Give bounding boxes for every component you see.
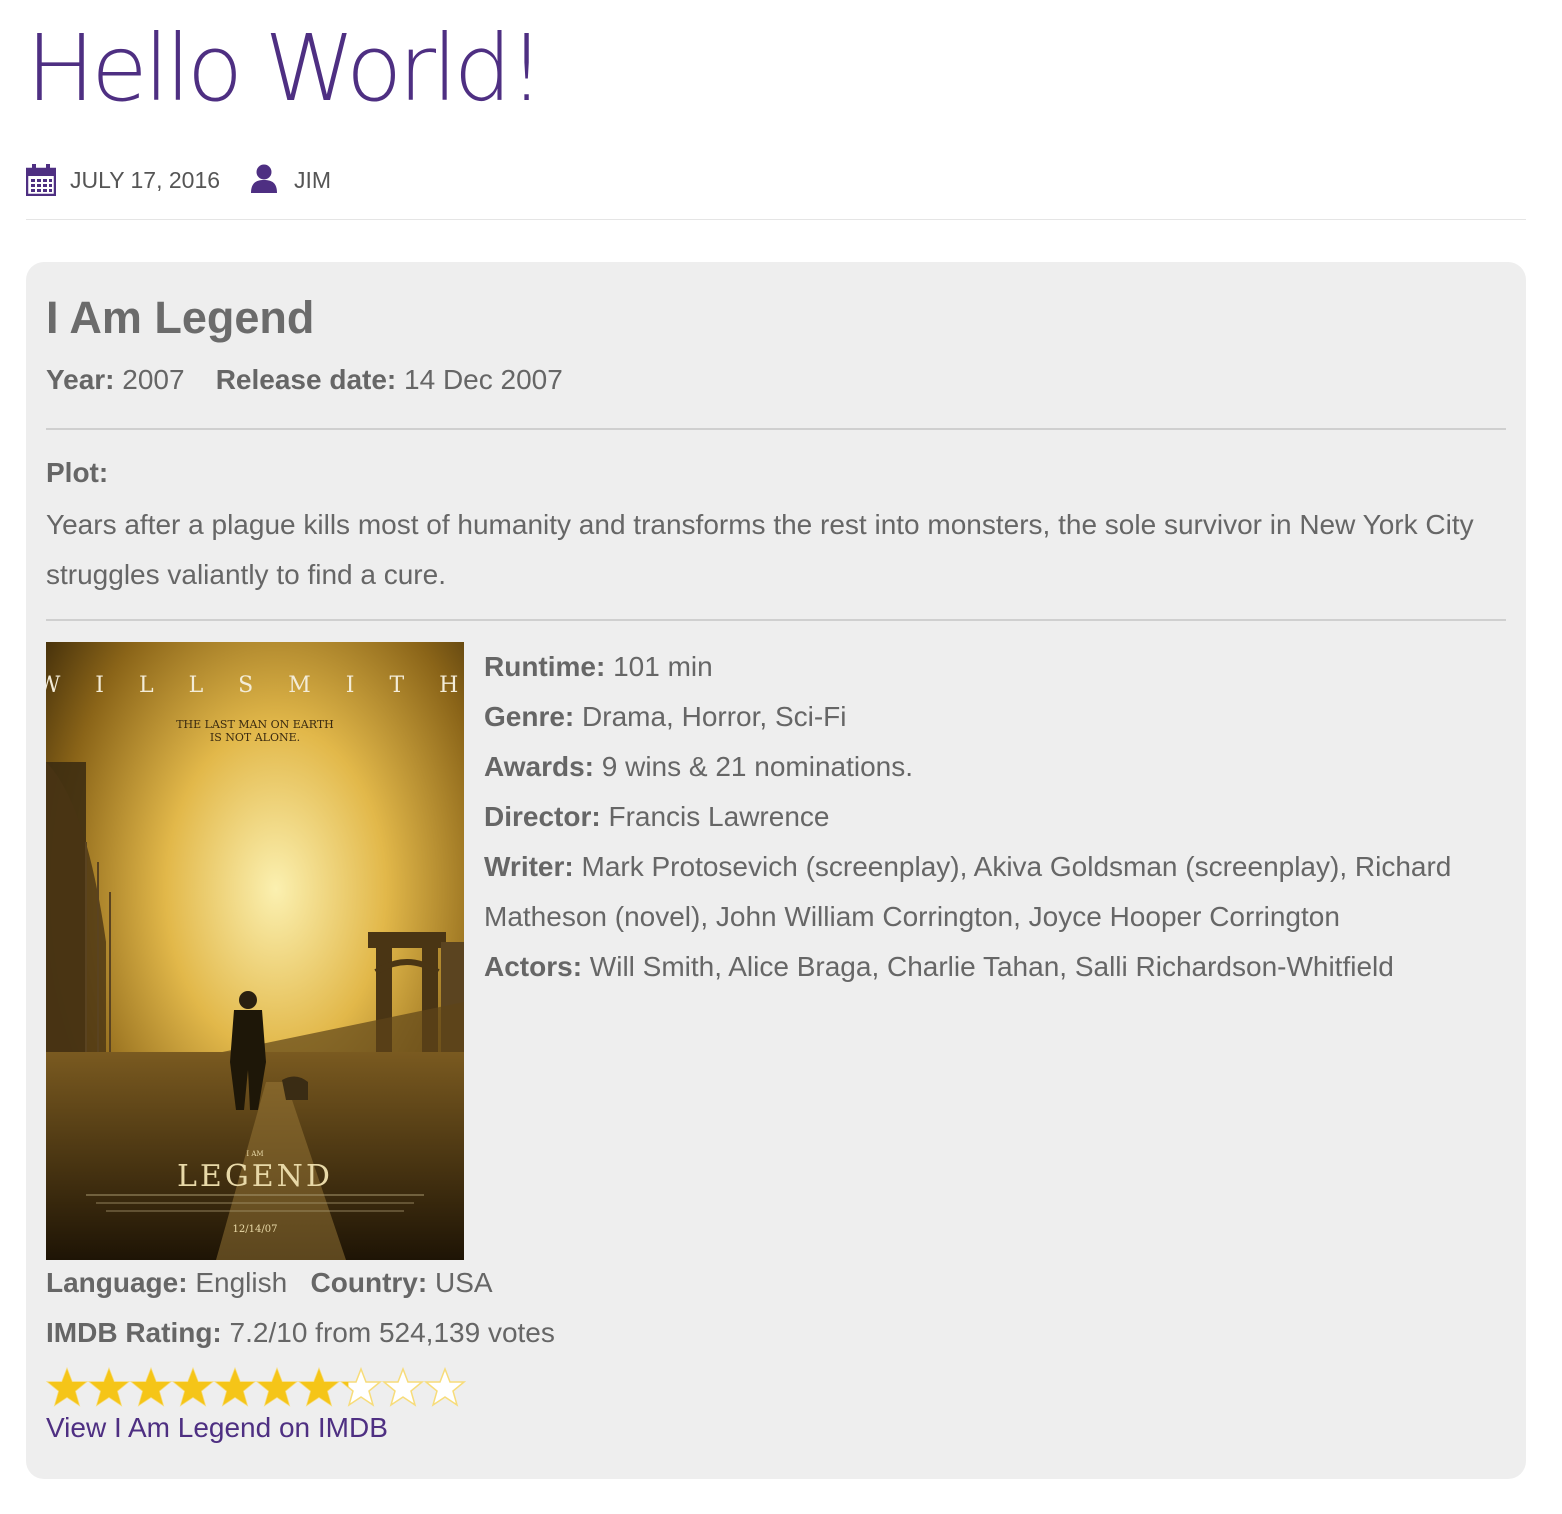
poster-small-title: I AM — [246, 1150, 263, 1158]
director-row: Director: Francis Lawrence — [484, 792, 1494, 842]
runtime-label: Runtime: — [484, 651, 606, 682]
star-icon — [214, 1367, 256, 1407]
actors-label: Actors: — [484, 951, 583, 982]
director-value: Francis Lawrence — [608, 801, 830, 832]
calendar-icon — [26, 164, 56, 196]
rating-row: IMDB Rating: 7.2/10 from 524,139 votes — [46, 1317, 555, 1349]
star-icon — [340, 1367, 382, 1407]
post-date: JULY 17, 2016 — [26, 164, 220, 196]
star-icon — [256, 1367, 298, 1407]
genre-label: Genre: — [484, 701, 575, 732]
poster-date: 12/14/07 — [233, 1224, 278, 1235]
release-label: Release date: — [215, 364, 397, 395]
movie-card: I Am Legend Year: 2007 Release date: 14 … — [26, 262, 1526, 1479]
divider — [46, 619, 1506, 621]
awards-value: 9 wins & 21 nominations. — [601, 751, 914, 782]
language-value: English — [195, 1267, 288, 1298]
poster-tagline-2: IS NOT ALONE. — [210, 731, 300, 744]
poster-actor-text: W I L L S M I T H — [46, 673, 464, 698]
plot-text: Years after a plague kills most of human… — [46, 509, 1474, 590]
star-icon — [424, 1367, 466, 1407]
rating-stars — [46, 1367, 466, 1407]
runtime-value: 101 min — [613, 651, 713, 682]
writer-value: Mark Protosevich (screenplay), Akiva Gol… — [484, 851, 1452, 932]
country-value: USA — [434, 1267, 493, 1298]
genre-row: Genre: Drama, Horror, Sci-Fi — [484, 692, 1494, 742]
star-icon — [172, 1367, 214, 1407]
star-icon — [46, 1367, 88, 1407]
writer-row: Writer: Mark Protosevich (screenplay), A… — [484, 842, 1494, 942]
year-label: Year: — [46, 364, 115, 395]
header-divider — [26, 219, 1526, 220]
movie-details: Runtime: 101 min Genre: Drama, Horror, S… — [484, 642, 1494, 992]
plot-heading: Plot: — [46, 457, 108, 489]
year-value: 2007 — [122, 364, 185, 395]
post-author-text: JIM — [294, 166, 332, 193]
awards-label: Awards: — [484, 751, 594, 782]
post-title: Hello World! — [26, 15, 545, 122]
star-icon — [88, 1367, 130, 1407]
director-label: Director: — [484, 801, 601, 832]
genre-value: Drama, Horror, Sci-Fi — [582, 701, 847, 732]
movie-poster: W I L L S M I T H THE LAST MAN ON EARTH … — [38, 642, 464, 1260]
post-meta: JULY 17, 2016 JIM — [26, 160, 361, 200]
language-label: Language: — [46, 1267, 188, 1298]
divider — [46, 428, 1506, 430]
star-icon — [382, 1367, 424, 1407]
plot-label: Plot: — [46, 457, 109, 488]
actors-row: Actors: Will Smith, Alice Braga, Charlie… — [484, 942, 1494, 992]
movie-title: I Am Legend — [46, 292, 315, 343]
post-author[interactable]: JIM — [250, 164, 331, 196]
country-label: Country: — [310, 1267, 428, 1298]
writer-label: Writer: — [484, 851, 574, 882]
star-icon — [130, 1367, 172, 1407]
star-icon — [298, 1367, 340, 1407]
user-icon — [250, 164, 280, 196]
release-value: 14 Dec 2007 — [404, 364, 563, 395]
imdb-link[interactable]: View I Am Legend on IMDB — [46, 1412, 388, 1444]
rating-value: 7.2/10 from 524,139 votes — [229, 1317, 555, 1348]
actors-value: Will Smith, Alice Braga, Charlie Tahan, … — [589, 951, 1394, 982]
year-row: Year: 2007 Release date: 14 Dec 2007 — [46, 364, 563, 396]
language-row: Language: English Country: USA — [46, 1267, 493, 1299]
poster-big-title: LEGEND — [177, 1159, 333, 1194]
poster-tagline-1: THE LAST MAN ON EARTH — [176, 718, 334, 731]
runtime-row: Runtime: 101 min — [484, 642, 1494, 692]
post-date-text: JULY 17, 2016 — [70, 166, 221, 193]
rating-label: IMDB Rating: — [46, 1317, 222, 1348]
awards-row: Awards: 9 wins & 21 nominations. — [484, 742, 1494, 792]
